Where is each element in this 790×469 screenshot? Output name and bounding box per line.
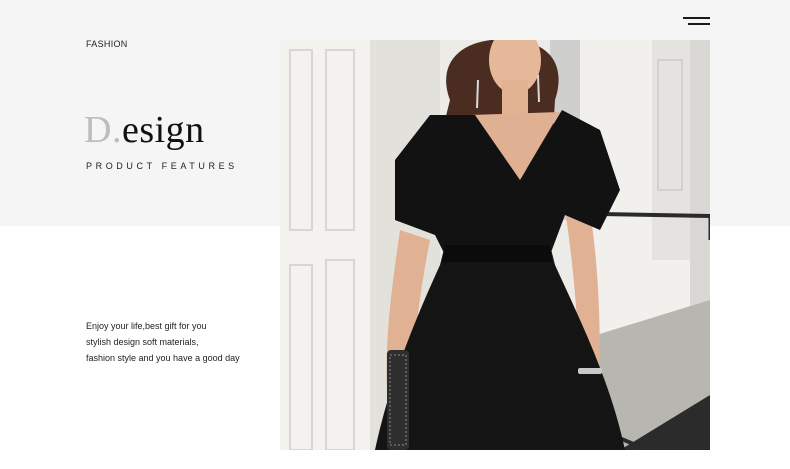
blurb-line: fashion style and you have a good day	[86, 353, 240, 363]
brand-label: FASHION	[86, 39, 128, 49]
design-title-initial: D	[84, 109, 112, 151]
hamburger-menu-icon[interactable]	[682, 14, 712, 28]
blurb-text: Enjoy your life,best gift for you stylis…	[86, 318, 240, 366]
blurb-line: Enjoy your life,best gift for you	[86, 321, 207, 331]
design-title-dot: .	[111, 109, 122, 151]
model-photo-illustration	[280, 40, 710, 450]
menu-line-bottom	[688, 23, 710, 25]
menu-line-top	[683, 17, 710, 19]
blurb-line: stylish design soft materials,	[86, 337, 199, 347]
model-photo	[280, 40, 710, 450]
product-features-subtitle: PRODUCT FEATURES	[86, 161, 238, 171]
design-title: D.esign	[84, 108, 205, 152]
design-title-rest: esign	[121, 109, 205, 151]
